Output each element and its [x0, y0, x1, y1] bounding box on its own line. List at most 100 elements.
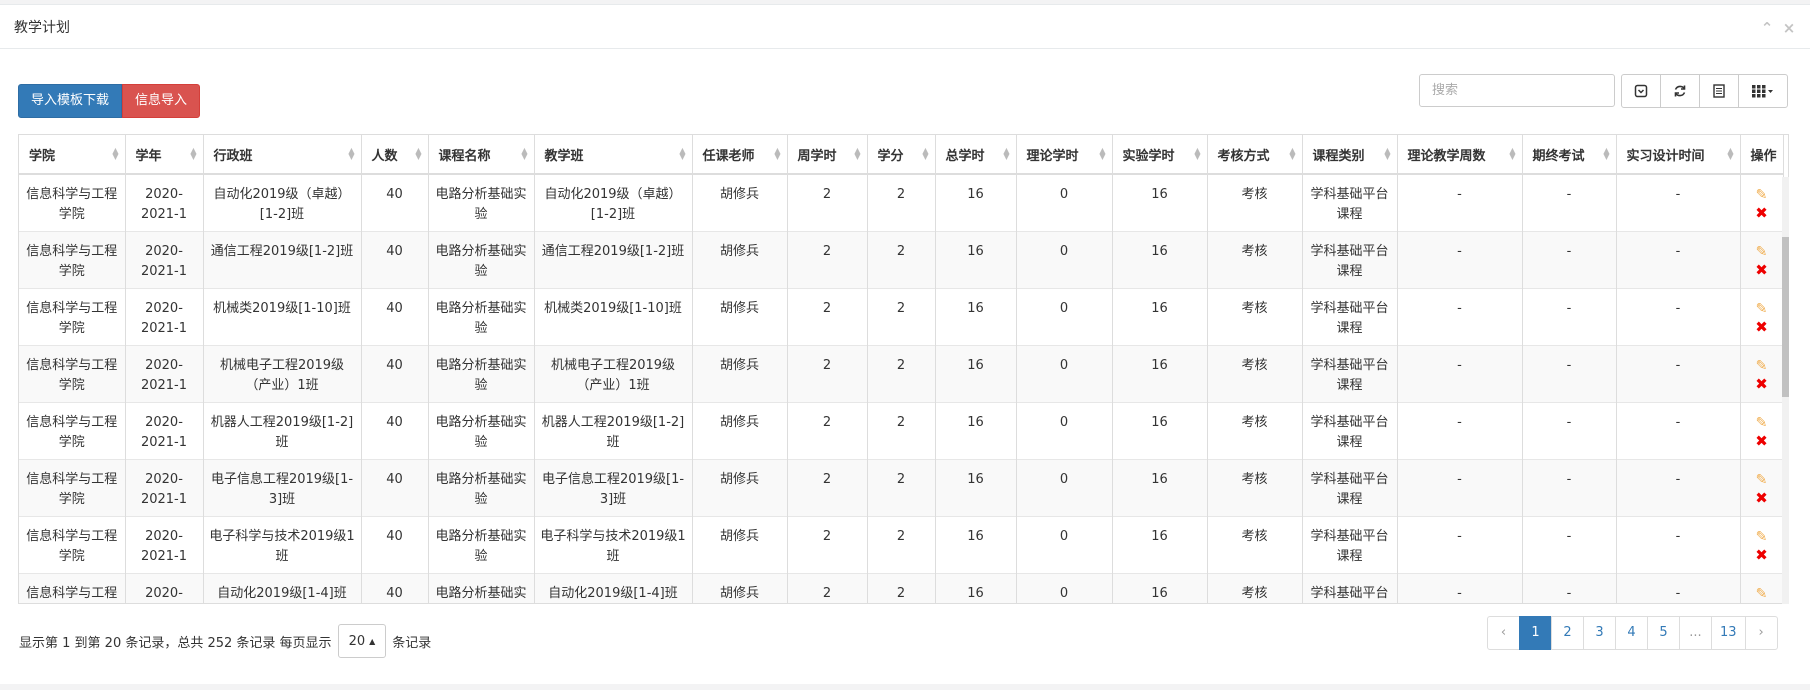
delete-icon[interactable]: ✖	[1755, 490, 1768, 506]
table-cell: 电子科学与技术2019级1班	[203, 515, 362, 573]
table-cell: 胡修兵	[692, 401, 788, 459]
row-actions: ✎✖	[1740, 401, 1784, 459]
edit-icon[interactable]: ✎	[1756, 358, 1768, 374]
columns-icon[interactable]	[1738, 74, 1788, 108]
search-input[interactable]	[1419, 74, 1615, 107]
prev-page-button[interactable]: ‹	[1487, 616, 1520, 650]
edit-icon[interactable]: ✎	[1756, 187, 1768, 203]
table-row[interactable]: 信息科学与工程学院 2020-2021-1 电子信息工程2019级[1-3]班 40 电…	[19, 458, 1784, 516]
column-header[interactable]: 考核方式 ▲ ▼	[1207, 135, 1303, 175]
table-cell: -	[1397, 173, 1523, 231]
toggle-icon[interactable]	[1621, 74, 1661, 108]
column-header[interactable]: 理论学时 ▲ ▼	[1016, 135, 1113, 175]
table-cell: 自动化2019级[1-4]班	[534, 572, 693, 603]
column-header-label: 行政班	[213, 148, 253, 164]
delete-icon[interactable]: ✖	[1755, 319, 1768, 335]
table-row[interactable]: 信息科学与工程学院 2020-2021-1 电子科学与技术2019级1班 40 电路分析…	[19, 515, 1784, 573]
edit-icon[interactable]: ✎	[1756, 301, 1768, 317]
table-cell: -	[1522, 515, 1617, 573]
table-cell: 学科基础平台课程	[1302, 572, 1398, 603]
column-header-label: 理论学时	[1026, 148, 1079, 164]
table-row[interactable]: 信息科学与工程学院 2020-2021-1 通信工程2019级[1-2]班 40 电路分…	[19, 230, 1784, 288]
collapse-icon[interactable]: ⌃	[1760, 21, 1774, 36]
table-cell: -	[1616, 344, 1741, 402]
caret-up-icon: ▲	[369, 636, 376, 646]
edit-icon[interactable]: ✎	[1756, 586, 1768, 602]
column-header[interactable]: 操作	[1740, 135, 1784, 175]
edit-icon[interactable]: ✎	[1756, 529, 1768, 545]
table-cell: -	[1397, 287, 1523, 345]
sort-icon: ▲ ▼	[1194, 146, 1201, 161]
page-size-select[interactable]: 20 ▲	[337, 624, 387, 658]
panel-title: 教学计划	[14, 20, 70, 36]
page-13-button[interactable]: 13	[1711, 616, 1746, 650]
page-2-button[interactable]: 2	[1551, 616, 1584, 650]
table-row[interactable]: 信息科学与工程学院 2020-2021-1 机器人工程2019级[1-2]班 40 电路…	[19, 401, 1784, 459]
table-cell: 16	[935, 344, 1017, 402]
table-cell: 学科基础平台课程	[1302, 458, 1398, 516]
table-cell: 0	[1016, 515, 1113, 573]
table-row[interactable]: 信息科学与工程学院 2020-2021-1 自动化2019级（卓越）[1-2]班 40…	[19, 173, 1784, 231]
edit-icon[interactable]: ✎	[1756, 415, 1768, 431]
table-cell: 16	[1112, 458, 1208, 516]
column-header[interactable]: 理论教学周数 ▲ ▼	[1397, 135, 1523, 175]
column-header-label: 实习设计时间	[1626, 148, 1705, 164]
column-header[interactable]: 行政班 ▲ ▼	[203, 135, 362, 175]
page-1-button[interactable]: 1	[1519, 616, 1552, 650]
column-header-label: 考核方式	[1217, 148, 1270, 164]
page-3-button[interactable]: 3	[1583, 616, 1616, 650]
delete-icon[interactable]: ✖	[1755, 376, 1768, 392]
import-info-button[interactable]: 信息导入	[122, 84, 201, 118]
table-cell: -	[1397, 230, 1523, 288]
column-header[interactable]: 实习设计时间 ▲ ▼	[1616, 135, 1741, 175]
refresh-icon[interactable]	[1660, 74, 1700, 108]
delete-icon[interactable]: ✖	[1755, 547, 1768, 563]
column-header[interactable]: 周学时 ▲ ▼	[787, 135, 868, 175]
next-page-button[interactable]: ›	[1744, 616, 1778, 650]
column-header[interactable]: 教学班 ▲ ▼	[534, 135, 693, 175]
table-cell: -	[1616, 287, 1741, 345]
table-cell: 机器人工程2019级[1-2]班	[203, 401, 362, 459]
column-header[interactable]: 期终考试 ▲ ▼	[1522, 135, 1617, 175]
column-header[interactable]: 课程名称 ▲ ▼	[428, 135, 535, 175]
table-cell: 考核	[1207, 173, 1303, 231]
column-header-label: 任课老师	[702, 148, 755, 164]
column-header[interactable]: 人数 ▲ ▼	[361, 135, 429, 175]
row-actions: ✎✖	[1740, 230, 1784, 288]
table-row[interactable]: 信息科学与工程学院 2020-2021-1 机械类2019级[1-10]班 40 电路分…	[19, 287, 1784, 345]
table-cell: 2020-2021-1	[125, 287, 204, 345]
column-header[interactable]: 任课老师 ▲ ▼	[692, 135, 788, 175]
vertical-scrollbar[interactable]	[1782, 177, 1789, 604]
edit-icon[interactable]: ✎	[1756, 244, 1768, 260]
column-header[interactable]: 课程类别 ▲ ▼	[1302, 135, 1398, 175]
table-cell: 2	[867, 287, 936, 345]
sort-icon: ▲ ▼	[1099, 146, 1106, 161]
scrollbar-thumb[interactable]	[1782, 237, 1789, 397]
delete-icon[interactable]: ✖	[1755, 433, 1768, 449]
table-cell: 2	[787, 401, 868, 459]
table-cell: 16	[1112, 173, 1208, 231]
delete-icon[interactable]: ✖	[1755, 205, 1768, 221]
sort-icon: ▲ ▼	[679, 146, 686, 161]
column-header[interactable]: 总学时 ▲ ▼	[935, 135, 1017, 175]
table-cell: 2	[787, 287, 868, 345]
table-row[interactable]: 信息科学与工程学院2020-2021-1自动化2019级[1-4]班40电路分析…	[19, 572, 1784, 605]
close-icon[interactable]: ×	[1782, 21, 1796, 36]
download-template-button[interactable]: 导入模板下载	[18, 84, 123, 118]
page-5-button[interactable]: 5	[1647, 616, 1680, 650]
column-header[interactable]: 学分 ▲ ▼	[867, 135, 936, 175]
list-icon[interactable]	[1699, 74, 1739, 108]
delete-icon[interactable]: ✖	[1755, 262, 1768, 278]
page-4-button[interactable]: 4	[1615, 616, 1648, 650]
delete-icon[interactable]: ✖	[1755, 604, 1768, 605]
row-actions: ✎✖	[1740, 515, 1784, 573]
column-header[interactable]: 实验学时 ▲ ▼	[1112, 135, 1208, 175]
table-cell: 16	[935, 458, 1017, 516]
table-cell: 电路分析基础实验	[428, 344, 535, 402]
table-row[interactable]: 信息科学与工程学院 2020-2021-1 机械电子工程2019级（产业）1班 40 电…	[19, 344, 1784, 402]
toolbar: 导入模板下载 信息导入	[18, 84, 201, 118]
edit-icon[interactable]: ✎	[1756, 472, 1768, 488]
table-cell: 胡修兵	[692, 287, 788, 345]
column-header[interactable]: 学年 ▲ ▼	[125, 135, 204, 175]
column-header[interactable]: 学院 ▲ ▼	[19, 135, 126, 175]
